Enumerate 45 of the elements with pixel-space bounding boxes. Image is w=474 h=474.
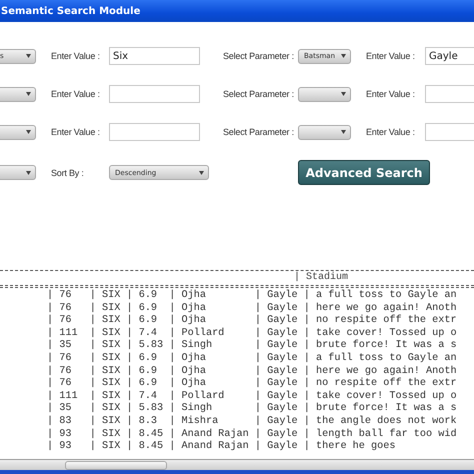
caret-icon bbox=[199, 170, 204, 174]
field-label: Select Parameter : bbox=[223, 51, 294, 61]
field-label: Enter Value : bbox=[366, 89, 415, 99]
column-header: | Stadium bbox=[293, 271, 350, 285]
result-line: | 76 | SIX | 6.9 | Ojha | Gayle | here we go again! Anoth bbox=[47, 366, 457, 378]
caret-icon bbox=[341, 92, 346, 96]
parameter-dropdown[interactable] bbox=[0, 165, 36, 180]
field-label: Enter Value : bbox=[366, 127, 415, 137]
value-input[interactable]: Gayle bbox=[425, 47, 474, 65]
parameter-dropdown[interactable] bbox=[0, 86, 36, 102]
caret-icon bbox=[26, 92, 31, 96]
caret-icon bbox=[26, 54, 31, 58]
parameter-dropdown[interactable] bbox=[298, 86, 351, 102]
result-line: | 35 | SIX | 5.83 | Singh | Gayle | brute force! It was a s bbox=[47, 340, 457, 352]
scroll-thumb[interactable] bbox=[65, 461, 167, 470]
result-line: | 35 | SIX | 5.83 | Singh | Gayle | brute force! It was a s bbox=[47, 403, 457, 416]
window-title: Semantic Search Module bbox=[1, 6, 140, 16]
result-line: | 76 | SIX | 6.9 | Ojha | Gayle | a full toss to Gayle an bbox=[47, 352, 457, 366]
caret-icon bbox=[341, 54, 346, 58]
field-label: Enter Value : bbox=[366, 51, 415, 61]
result-line: | 93 | SIX | 8.45 | Anand Rajan | Gayle | there he goes bbox=[47, 441, 396, 454]
caret-icon bbox=[26, 130, 31, 134]
result-line: | 93 | SIX | 8.45 | Anand Rajan | Gayle | length ball far too wid bbox=[47, 428, 457, 440]
result-line: | 76 | SIX | 6.9 | Ojha | Gayle | here we go again! Anoth bbox=[47, 302, 457, 314]
field-label: Select Parameter : bbox=[223, 89, 294, 99]
caret-icon bbox=[26, 170, 31, 174]
result-line: | 111 | SIX | 7.4 | Pollard | Gayle | take cover! Tossed up o bbox=[47, 390, 457, 402]
field-label: Enter Value : bbox=[51, 51, 100, 61]
result-line: | 76 | SIX | 6.9 | Ojha | Gayle | no respite off the extr bbox=[47, 315, 457, 328]
parameter-dropdown[interactable] bbox=[0, 124, 36, 140]
field-label: Enter Value : bbox=[51, 89, 100, 99]
caret-icon bbox=[341, 130, 346, 134]
horizontal-scrollbar[interactable] bbox=[0, 459, 474, 470]
result-line: | 76 | SIX | 6.9 | Ojha | Gayle | no respite off the extr bbox=[47, 378, 457, 390]
field-label: Select Parameter : bbox=[223, 127, 294, 137]
result-line: | 83 | SIX | 8.3 | Mishra | Gayle | the angle does not work bbox=[47, 416, 457, 428]
value-input[interactable] bbox=[109, 85, 200, 103]
result-line: | 111 | SIX | 7.4 | Pollard | Gayle | take cover! Tossed up o bbox=[47, 328, 457, 340]
value-input[interactable]: Six bbox=[109, 47, 200, 65]
parameter-dropdown[interactable] bbox=[298, 124, 351, 140]
value-input[interactable] bbox=[109, 123, 200, 141]
field-label: Sort By : bbox=[51, 168, 84, 178]
result-line: | 76 | SIX | 6.9 | Ojha | Gayle | a full toss to Gayle an bbox=[47, 290, 457, 302]
field-label: Enter Value : bbox=[51, 127, 100, 137]
advanced-search-button[interactable]: Advanced Search bbox=[298, 160, 430, 185]
